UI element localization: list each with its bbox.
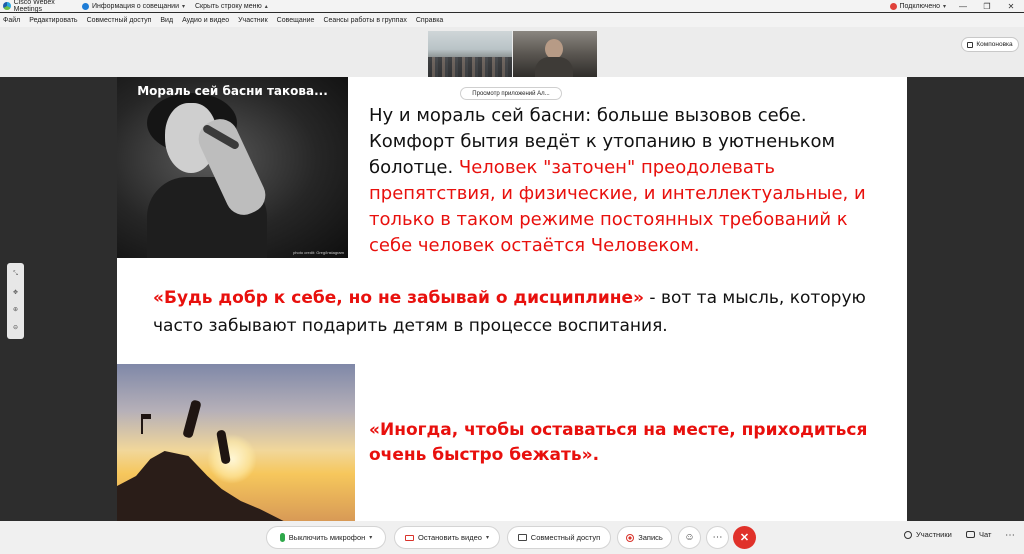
share-screen-icon — [517, 534, 527, 541]
climbers-image — [117, 364, 355, 521]
participant-head — [545, 39, 563, 59]
record-label: Запись — [638, 533, 663, 542]
record-button[interactable]: Запись — [617, 526, 672, 549]
participant-video-group[interactable] — [428, 31, 512, 77]
chat-label: Чат — [979, 530, 992, 539]
app-title: Cisco Webex Meetings — [0, 0, 82, 13]
hide-menu-label: Скрыть строку меню — [195, 2, 262, 10]
menu-meeting[interactable]: Совещание — [277, 17, 315, 24]
maximize-button[interactable]: ❐ — [980, 2, 994, 11]
sun-glow — [207, 434, 257, 484]
chevron-down-icon: ▾ — [181, 3, 185, 10]
climber-top — [182, 399, 202, 439]
fit-icon[interactable]: ⤡ — [13, 271, 18, 278]
camera-icon — [405, 534, 415, 541]
paragraph-discipline: «Будь добр к себе, но не забывай о дисци… — [153, 284, 873, 340]
zoom-in-icon[interactable]: ⊕ — [13, 306, 18, 313]
close-button[interactable]: ✕ — [1004, 2, 1018, 11]
connection-status-label: Подключено — [899, 2, 940, 10]
flag-shape — [141, 414, 151, 434]
meeting-info-button[interactable]: Информация о совещании ▾ — [82, 2, 185, 10]
chevron-up-icon: ▴ — [264, 3, 268, 10]
group-figures — [428, 57, 512, 77]
participants-button[interactable]: Участники — [904, 530, 952, 539]
connection-status[interactable]: Подключено ▾ — [889, 2, 946, 10]
menu-bar: Файл Редактировать Совместный доступ Вид… — [0, 13, 1024, 27]
shared-slide: Мораль сей басни такова... photo credit:… — [117, 77, 907, 521]
chat-button[interactable]: Чат — [966, 530, 991, 539]
menu-edit[interactable]: Редактировать — [29, 17, 77, 24]
info-icon — [82, 2, 89, 10]
webex-logo-icon — [3, 2, 11, 10]
quote-run: «Иногда, чтобы оставаться на месте, прих… — [369, 420, 868, 465]
title-bar: Cisco Webex Meetings Информация о совеща… — [0, 0, 1024, 13]
reactions-button[interactable]: ☺ — [678, 526, 701, 549]
mute-label: Выключить микрофон — [288, 533, 366, 542]
discipline-quote: «Будь добр к себе, но не забывай о дисци… — [153, 288, 645, 308]
layout-label: Компоновка — [976, 41, 1013, 48]
more-panels-button[interactable]: ⋯ — [1005, 530, 1015, 541]
participant-video-self[interactable] — [513, 31, 597, 79]
meeting-info-label: Информация о совещании — [92, 2, 179, 10]
chevron-down-icon: ▾ — [485, 535, 489, 541]
grid-icon — [967, 41, 974, 48]
leave-meeting-button[interactable]: ✕ — [733, 526, 756, 549]
connection-dot-icon — [889, 2, 897, 10]
zoom-panel: ⤡ ✥ ⊕ ⊖ — [7, 263, 24, 339]
microphone-icon — [279, 533, 285, 542]
mute-button[interactable]: Выключить микрофон ▾ — [266, 526, 386, 549]
stop-video-label: Остановить видео — [418, 533, 482, 542]
share-label: Совместный доступ — [530, 533, 601, 542]
layout-button[interactable]: Компоновка — [961, 37, 1019, 52]
record-icon — [626, 533, 635, 542]
menu-breakout[interactable]: Сеансы работы в группах — [323, 17, 406, 24]
singer-image: Мораль сей басни такова... photo credit:… — [117, 77, 348, 258]
smiley-icon: ☺ — [684, 532, 695, 543]
menu-share[interactable]: Совместный доступ — [87, 17, 152, 24]
photo-credit: photo credit: Greg/Instagram — [293, 250, 344, 255]
stop-video-button[interactable]: Остановить видео ▾ — [394, 526, 500, 549]
zoom-out-icon[interactable]: ⊖ — [13, 324, 18, 331]
close-icon: ✕ — [739, 532, 750, 544]
menu-audio-video[interactable]: Аудио и видео — [182, 17, 229, 24]
chevron-down-icon: ▾ — [942, 3, 946, 10]
menu-participant[interactable]: Участник — [238, 17, 268, 24]
menu-file[interactable]: Файл — [3, 17, 20, 24]
viewing-app-pill[interactable]: Просмотр приложений Ал... — [460, 87, 562, 100]
minimize-button[interactable]: — — [956, 2, 970, 11]
image-caption: Мораль сей басни такова... — [137, 84, 328, 98]
pan-icon[interactable]: ✥ — [13, 289, 18, 296]
menu-view[interactable]: Вид — [160, 17, 173, 24]
more-options-button[interactable]: ⋯ — [706, 526, 729, 549]
person-icon — [904, 530, 912, 539]
chat-icon — [966, 531, 975, 538]
more-icon: ⋯ — [712, 532, 723, 543]
menu-help[interactable]: Справка — [416, 17, 443, 24]
app-name: Cisco Webex Meetings — [13, 0, 55, 13]
participant-body — [535, 57, 573, 79]
participants-label: Участники — [916, 530, 952, 539]
video-strip — [0, 27, 1024, 77]
share-button[interactable]: Совместный доступ — [507, 526, 611, 549]
hide-menu-button[interactable]: Скрыть строку меню ▴ — [195, 3, 268, 10]
paragraph-moral: Ну и мораль сей басни: больше вызовов се… — [369, 103, 889, 259]
chevron-down-icon: ▾ — [369, 535, 373, 541]
